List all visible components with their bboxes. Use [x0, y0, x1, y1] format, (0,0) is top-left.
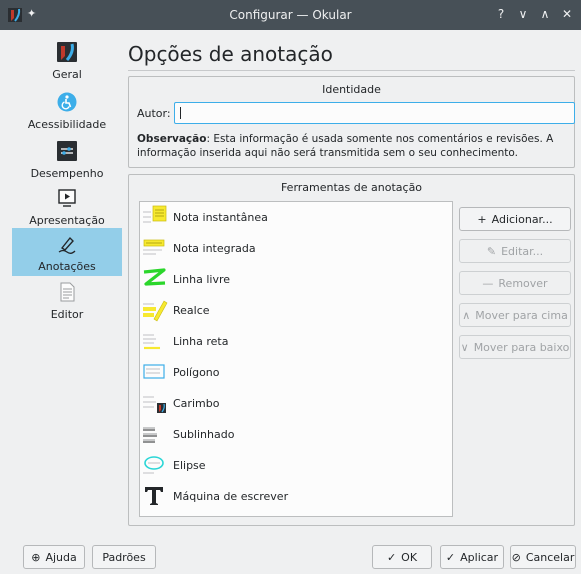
move-down-button[interactable]: ∨ Mover para baixo: [459, 335, 571, 359]
add-tool-button-label: Adicionar...: [491, 212, 553, 226]
accessibility-icon: [57, 92, 77, 112]
identity-group-title: Identidade: [322, 83, 381, 96]
sidebar-item-label: Apresentação: [29, 214, 105, 227]
remove-tool-button-label: Remover: [498, 276, 548, 290]
plus-icon: +: [477, 212, 487, 226]
tool-label: Nota integrada: [173, 242, 256, 255]
inline-note-icon: [142, 235, 168, 261]
sidebar-item-apresentacao[interactable]: Apresentação: [12, 184, 122, 232]
ok-button-label: OK: [401, 550, 418, 564]
move-down-button-label: Mover para baixo: [473, 340, 570, 354]
typewriter-icon: [142, 483, 168, 509]
tool-label: Realce: [173, 304, 210, 317]
title-separator: [128, 70, 575, 71]
pencil-icon: ✎: [486, 244, 497, 258]
annotation-tools-list[interactable]: Nota instantânea Nota integrada Linha li…: [139, 201, 453, 517]
defaults-button[interactable]: Padrões: [92, 545, 156, 569]
page-title: Opções de anotação: [128, 42, 333, 66]
help-button[interactable]: ⊕ Ajuda: [23, 545, 85, 569]
help-button-label: Ajuda: [45, 550, 77, 564]
identity-group: Identidade Autor: Observação: Esta infor…: [128, 76, 575, 168]
sidebar-item-label: Anotações: [38, 260, 96, 273]
remove-tool-button[interactable]: — Remover: [459, 271, 571, 295]
okular-icon: [57, 42, 77, 62]
defaults-button-label: Padrões: [102, 550, 146, 564]
edit-tool-button[interactable]: ✎ Editar...: [459, 239, 571, 263]
list-item[interactable]: Linha reta: [140, 326, 452, 357]
apply-button[interactable]: ✓ Aplicar: [440, 545, 504, 569]
tool-label: Elipse: [173, 459, 206, 472]
ok-button[interactable]: ✓ OK: [372, 545, 432, 569]
cancel-button-label: Cancelar: [525, 550, 575, 564]
identity-note: Observação: Esta informação é usada some…: [137, 132, 577, 160]
help-window-button[interactable]: ?: [493, 6, 509, 22]
annotation-tools-group: Ferramentas de anotação Nota instantânea: [128, 174, 575, 526]
highlighter-icon: [142, 297, 168, 323]
polygon-icon: [142, 359, 168, 385]
list-item[interactable]: Elipse: [140, 450, 452, 481]
maximize-window-button[interactable]: ∧: [537, 6, 553, 22]
checkmark-icon: ✓: [445, 550, 456, 564]
identity-note-bold: Observação: [137, 133, 207, 145]
edit-tool-button-label: Editar...: [501, 244, 544, 258]
sidebar-item-label: Editor: [50, 308, 84, 321]
sidebar-item-acessibilidade[interactable]: Acessibilidade: [12, 88, 122, 136]
sticky-note-icon: [142, 204, 168, 230]
minus-icon: —: [482, 276, 494, 290]
sidebar-item-desempenho[interactable]: Desempenho: [12, 137, 122, 185]
close-window-button[interactable]: ✕: [559, 6, 575, 22]
lifebuoy-icon: ⊕: [31, 550, 41, 564]
tool-label: Sublinhado: [173, 428, 235, 441]
author-label: Autor:: [137, 107, 171, 120]
sidebar-item-geral[interactable]: Geral: [12, 38, 122, 86]
text-caret: [180, 107, 181, 119]
performance-icon: [57, 141, 77, 161]
annotation-tools-group-title: Ferramentas de anotação: [280, 181, 423, 194]
list-item[interactable]: Linha livre: [140, 264, 452, 295]
cancel-circle-icon: ⊘: [511, 550, 521, 564]
presentation-icon: [58, 189, 76, 207]
move-up-button-label: Mover para cima: [475, 308, 568, 322]
minimize-window-button[interactable]: ∨: [515, 6, 531, 22]
list-item[interactable]: Máquina de escrever: [140, 481, 452, 512]
tool-label: Máquina de escrever: [173, 490, 289, 503]
apply-button-label: Aplicar: [460, 550, 499, 564]
chevron-up-icon: ∧: [462, 308, 471, 322]
list-item[interactable]: Nota instantânea: [140, 202, 452, 233]
list-item[interactable]: Polígono: [140, 357, 452, 388]
tool-label: Linha livre: [173, 273, 231, 286]
tool-label: Linha reta: [173, 335, 229, 348]
sidebar-item-label: Geral: [52, 68, 82, 81]
chevron-down-icon: ∨: [460, 340, 469, 354]
tool-label: Nota instantânea: [173, 211, 268, 224]
list-item[interactable]: Realce: [140, 295, 452, 326]
list-item[interactable]: Nota integrada: [140, 233, 452, 264]
sidebar-item-label: Desempenho: [30, 167, 104, 180]
config-sidebar: Geral Acessibilidade Desempenho Apresent…: [12, 38, 122, 338]
checkmark-icon: ✓: [386, 550, 397, 564]
straight-line-icon: [142, 328, 168, 354]
sidebar-item-editor[interactable]: Editor: [12, 278, 122, 326]
list-item[interactable]: Carimbo: [140, 388, 452, 419]
window-titlebar[interactable]: ✦ Configurar — Okular ? ∨ ∧ ✕: [0, 0, 581, 30]
sidebar-item-anotacoes[interactable]: Anotações: [12, 228, 122, 276]
ellipse-icon: [142, 452, 168, 478]
editor-document-icon: [60, 282, 75, 302]
tool-label: Polígono: [173, 366, 220, 379]
stamp-icon: [142, 390, 168, 416]
author-input[interactable]: [174, 102, 575, 124]
list-item[interactable]: Sublinhado: [140, 419, 452, 450]
annotation-pen-icon: [58, 236, 76, 254]
move-up-button[interactable]: ∧ Mover para cima: [459, 303, 571, 327]
freehand-line-icon: [142, 266, 168, 292]
underline-icon: [142, 421, 168, 447]
sidebar-item-label: Acessibilidade: [27, 118, 107, 131]
tool-label: Carimbo: [173, 397, 220, 410]
cancel-button[interactable]: ⊘ Cancelar: [510, 545, 576, 569]
add-tool-button[interactable]: + Adicionar...: [459, 207, 571, 231]
